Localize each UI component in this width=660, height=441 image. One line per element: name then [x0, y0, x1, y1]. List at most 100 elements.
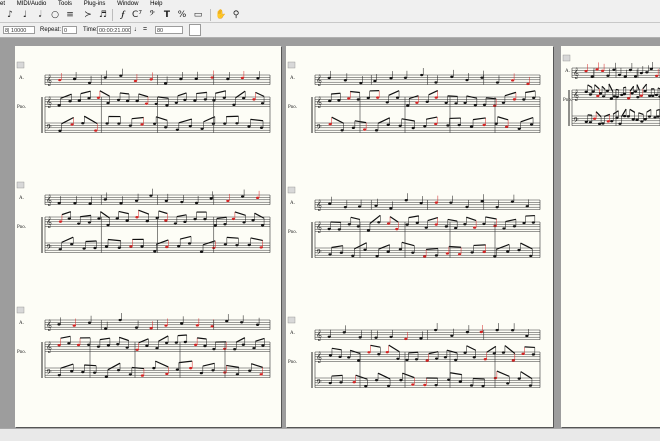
note-head — [389, 77, 392, 79]
note-beam — [426, 117, 437, 119]
instrument-label-piano: Pno. — [17, 225, 26, 230]
note-head — [140, 123, 143, 125]
note-head — [445, 225, 448, 227]
note-head — [405, 199, 408, 201]
note-head — [119, 74, 122, 76]
note-head — [511, 329, 514, 331]
note-head — [357, 225, 360, 227]
instrument-label-piano: Pno. — [17, 105, 26, 110]
note-head — [347, 97, 350, 99]
note-head — [585, 121, 588, 123]
treble-clef-icon: 𝄞 — [46, 319, 52, 331]
note-head — [87, 97, 90, 99]
note-head — [348, 223, 351, 225]
bass-clef-icon: 𝄢 — [316, 378, 322, 389]
note-head — [165, 200, 168, 202]
note-head — [338, 356, 341, 358]
note-beam — [100, 338, 110, 339]
note-head — [434, 329, 437, 331]
note-head — [233, 348, 236, 350]
note-head — [629, 69, 632, 71]
note-beam — [602, 86, 605, 89]
note-head — [445, 102, 448, 104]
note-head — [404, 77, 407, 79]
note-head — [351, 255, 354, 257]
note-beam — [332, 375, 343, 376]
note-head — [204, 98, 207, 100]
note-head — [164, 324, 167, 326]
instrument-label-piano: Pno. — [288, 105, 297, 110]
note-beam — [62, 237, 74, 242]
note-head — [412, 127, 415, 129]
note-beam — [521, 118, 533, 122]
note-head — [338, 228, 341, 230]
note-head — [522, 98, 525, 100]
note-head — [248, 244, 251, 246]
note-head — [58, 202, 61, 204]
note-head — [415, 101, 418, 103]
note-head — [247, 125, 250, 127]
note-head — [165, 373, 168, 375]
note-head — [180, 201, 183, 203]
note-head — [419, 337, 422, 339]
note-beam — [402, 373, 414, 377]
note-head — [648, 115, 651, 117]
note-beam — [108, 240, 121, 241]
note-head — [463, 102, 466, 104]
note-head — [223, 122, 226, 124]
note-head — [184, 341, 187, 343]
note-head — [505, 126, 508, 128]
note-head — [212, 348, 215, 350]
note-beam — [525, 347, 535, 348]
note-beam — [409, 216, 419, 218]
note-head — [150, 327, 153, 329]
note-head — [329, 354, 332, 356]
note-head — [653, 116, 656, 118]
note-head — [367, 97, 370, 99]
instrument-label-piano: Pno. — [563, 98, 572, 103]
note-head — [58, 79, 61, 81]
note-head — [367, 351, 370, 353]
note-beam — [350, 91, 360, 92]
note-head — [613, 95, 616, 97]
note-beam — [120, 93, 129, 94]
note-head — [610, 98, 613, 100]
note-head — [59, 220, 62, 222]
note-head — [454, 227, 457, 229]
note-head — [373, 80, 376, 82]
note-head — [242, 221, 245, 223]
note-beam — [356, 375, 368, 379]
instrument-label-voice: A. — [290, 331, 295, 336]
note-beam — [81, 91, 91, 93]
note-beam — [505, 92, 516, 95]
system-handle-icon — [288, 62, 295, 68]
note-head — [200, 251, 203, 253]
note-head — [376, 96, 379, 98]
note-head — [420, 74, 423, 76]
treble-clef-icon: 𝄞 — [316, 74, 322, 86]
note-head — [636, 96, 639, 98]
system-handle-icon — [288, 317, 295, 323]
note-head — [97, 97, 100, 99]
note-head — [126, 219, 129, 221]
note-head — [618, 74, 621, 76]
note-head — [525, 335, 528, 337]
note-head — [256, 324, 259, 326]
note-head — [261, 344, 264, 346]
note-beam — [426, 248, 438, 249]
note-head — [97, 217, 100, 219]
note-head — [251, 219, 254, 221]
note-head — [328, 100, 331, 102]
note-head — [420, 202, 423, 204]
note-head — [655, 94, 658, 96]
note-head — [585, 91, 588, 93]
note-beam — [108, 363, 120, 370]
note-head — [435, 96, 438, 98]
note-head — [119, 202, 122, 204]
note-head — [117, 369, 120, 371]
note-head — [73, 202, 76, 204]
note-head — [195, 202, 198, 204]
bass-clef-icon: 𝄢 — [46, 368, 52, 379]
note-head — [496, 206, 499, 208]
note-head — [454, 359, 457, 361]
